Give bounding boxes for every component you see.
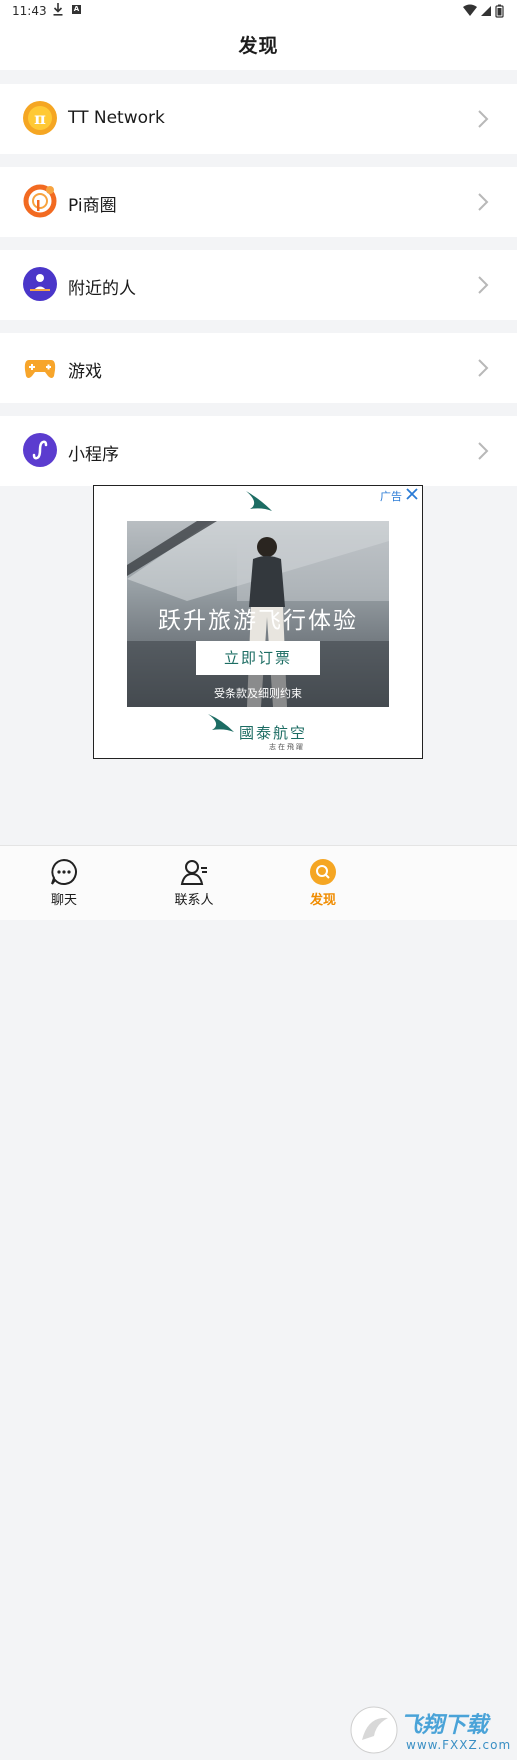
- close-icon[interactable]: [406, 487, 418, 501]
- watermark-logo-icon: [350, 1706, 398, 1754]
- signal-battery-icon: [463, 4, 504, 18]
- ad-tag: 广告: [380, 490, 402, 503]
- page-title: 发现: [238, 35, 279, 57]
- svg-text:π: π: [34, 109, 46, 128]
- watermark-sub: www.FXXZ.com: [406, 1738, 512, 1752]
- ad-terms: 受条款及细则约束: [214, 687, 302, 700]
- menu-item-tt-network[interactable]: π TT Network: [0, 84, 517, 154]
- chevron-right-icon: [478, 110, 489, 128]
- menu-item-pi-circle[interactable]: Pi商圈: [0, 167, 517, 237]
- book-now-button[interactable]: 立即订票: [196, 641, 320, 675]
- tab-label: 联系人: [174, 893, 214, 908]
- menu-item-games[interactable]: 游戏: [0, 333, 517, 403]
- ad-headline: 跃升旅游飞行体验: [158, 608, 358, 634]
- nearby-people-icon: [23, 267, 57, 301]
- game-controller-icon: [23, 350, 57, 384]
- menu-item-label: Pi商圈: [68, 196, 117, 216]
- tab-label: 发现: [309, 893, 336, 908]
- tab-discover[interactable]: 发现: [283, 846, 363, 920]
- pi-circle-icon: [23, 184, 57, 218]
- ad-slogan: 志在飛躍: [269, 743, 305, 751]
- title-bar: 发现: [0, 22, 517, 70]
- chevron-right-icon: [478, 276, 489, 294]
- menu-item-mini-program[interactable]: 小程序: [0, 416, 517, 486]
- status-time: 11:43: [12, 4, 47, 18]
- menu-item-label: 小程序: [68, 445, 119, 465]
- tab-label: 聊天: [50, 893, 77, 908]
- ad-brand: 國泰航空: [239, 724, 308, 742]
- watermark-text: 飞翔下载: [400, 1713, 489, 1738]
- menu-item-nearby-people[interactable]: 附近的人: [0, 250, 517, 320]
- menu-item-label: 附近的人: [68, 279, 136, 299]
- ad-photo: 跃升旅游飞行体验 立即订票 受条款及细则约束: [127, 521, 389, 707]
- mini-program-icon: [23, 433, 57, 467]
- menu-item-label: TT Network: [68, 108, 165, 128]
- notification-icon: A: [72, 5, 81, 14]
- chevron-right-icon: [478, 193, 489, 211]
- brand-logo-icon: [208, 714, 234, 732]
- tab-chat[interactable]: 聊天: [24, 846, 104, 920]
- contacts-icon: [180, 860, 207, 885]
- tab-contacts[interactable]: 联系人: [154, 846, 234, 920]
- watermark: 飞翔下载 www.FXXZ.com: [350, 1704, 510, 1760]
- tt-network-icon: π: [23, 101, 57, 135]
- chevron-right-icon: [478, 442, 489, 460]
- discover-icon: [310, 859, 336, 885]
- download-icon: [53, 3, 63, 16]
- ad-banner[interactable]: 广告 跃升旅游飞行体验 立即订票 受条款及细则约束 國泰航空 志在飛躍: [93, 485, 423, 759]
- bottom-tab-bar: 聊天 联系人 发现 飞翔下载 www.FXXZ.com: [0, 845, 517, 1754]
- chevron-right-icon: [478, 359, 489, 377]
- status-bar: 11:43 A: [0, 0, 517, 22]
- chat-icon: [51, 858, 77, 885]
- airline-logo-icon: [246, 491, 272, 511]
- menu-item-label: 游戏: [68, 362, 102, 382]
